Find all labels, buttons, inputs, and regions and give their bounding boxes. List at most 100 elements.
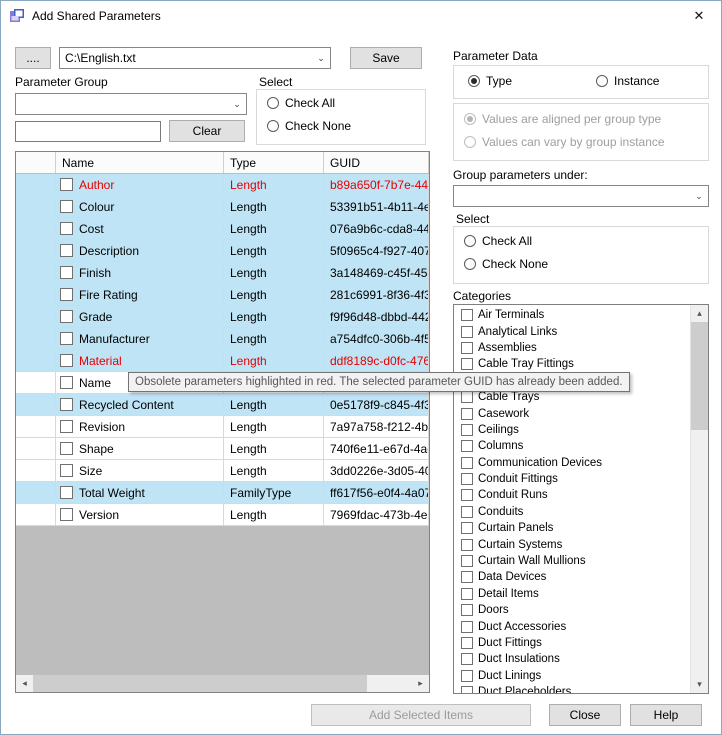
- category-checkbox[interactable]: [461, 555, 473, 568]
- category-item[interactable]: Air Terminals: [454, 307, 691, 323]
- category-item[interactable]: Columns: [454, 438, 691, 454]
- row-checkbox[interactable]: [60, 288, 73, 301]
- browse-button[interactable]: ....: [15, 47, 51, 69]
- table-row[interactable]: Description Length5f0965c4-f927-407e-: [16, 240, 429, 262]
- horizontal-scrollbar[interactable]: ◂ ▸: [16, 675, 429, 692]
- close-window-button[interactable]: ✕: [677, 1, 721, 30]
- table-row[interactable]: Material Lengthddf8189c-d0fc-4764-: [16, 350, 429, 372]
- row-checkbox[interactable]: [60, 486, 73, 499]
- category-checkbox[interactable]: [461, 423, 473, 436]
- category-checkbox[interactable]: [461, 325, 473, 338]
- scroll-left-button[interactable]: ◂: [16, 675, 33, 692]
- category-checkbox[interactable]: [461, 309, 473, 322]
- horizontal-scrollbar-track[interactable]: [33, 675, 412, 692]
- category-checkbox[interactable]: [461, 587, 473, 600]
- category-checkbox[interactable]: [461, 341, 473, 354]
- row-checkbox[interactable]: [60, 200, 73, 213]
- category-item[interactable]: Casework: [454, 405, 691, 421]
- vertical-scrollbar-thumb[interactable]: [691, 322, 708, 430]
- category-item[interactable]: Curtain Panels: [454, 520, 691, 536]
- category-item[interactable]: Analytical Links: [454, 323, 691, 339]
- category-checkbox[interactable]: [461, 473, 473, 486]
- table-row[interactable]: Author Lengthb89a650f-7b7e-44ff-8: [16, 174, 429, 196]
- row-checkbox[interactable]: [60, 442, 73, 455]
- category-item[interactable]: Communication Devices: [454, 455, 691, 471]
- category-checkbox[interactable]: [461, 686, 473, 693]
- category-item[interactable]: Duct Linings: [454, 668, 691, 684]
- type-radio[interactable]: Type: [468, 74, 512, 88]
- column-header-name[interactable]: Name: [56, 152, 224, 173]
- category-checkbox[interactable]: [461, 505, 473, 518]
- horizontal-scrollbar-thumb[interactable]: [33, 675, 367, 692]
- category-checkbox[interactable]: [461, 456, 473, 469]
- row-checkbox[interactable]: [60, 376, 73, 389]
- category-item[interactable]: Duct Accessories: [454, 618, 691, 634]
- category-item[interactable]: Conduit Runs: [454, 487, 691, 503]
- category-checkbox[interactable]: [461, 407, 473, 420]
- category-checkbox[interactable]: [461, 620, 473, 633]
- parameter-group-combobox[interactable]: ⌄: [15, 93, 247, 115]
- category-item[interactable]: Doors: [454, 602, 691, 618]
- table-row[interactable]: Size Length3dd0226e-3d05-402a: [16, 460, 429, 482]
- table-row[interactable]: Fire Rating Length 281c6991-8f36-4f34: [16, 284, 429, 306]
- column-header-type[interactable]: Type: [224, 152, 324, 173]
- check-none-radio[interactable]: Check None: [267, 119, 351, 133]
- categories-check-none-radio[interactable]: Check None: [464, 257, 548, 271]
- table-row[interactable]: Finish Length3a148469-c45f-458a: [16, 262, 429, 284]
- row-checkbox[interactable]: [60, 222, 73, 235]
- category-item[interactable]: Duct Placeholders: [454, 684, 691, 693]
- category-item[interactable]: Detail Items: [454, 586, 691, 602]
- category-item[interactable]: Cable Tray Fittings: [454, 356, 691, 372]
- save-button[interactable]: Save: [350, 47, 422, 69]
- row-checkbox[interactable]: [60, 354, 73, 367]
- column-header-guid[interactable]: GUID: [324, 152, 429, 173]
- category-checkbox[interactable]: [461, 538, 473, 551]
- row-checkbox[interactable]: [60, 420, 73, 433]
- category-item[interactable]: Duct Fittings: [454, 635, 691, 651]
- category-item[interactable]: Curtain Systems: [454, 536, 691, 552]
- table-row[interactable]: Cost Length076a9b6c-cda8-44ea: [16, 218, 429, 240]
- scroll-up-button[interactable]: ▴: [691, 305, 708, 322]
- table-row[interactable]: Colour Length53391b51-4b11-4e8a: [16, 196, 429, 218]
- row-checkbox[interactable]: [60, 178, 73, 191]
- row-checkbox[interactable]: [60, 310, 73, 323]
- category-item[interactable]: Duct Insulations: [454, 651, 691, 667]
- help-button[interactable]: Help: [630, 704, 702, 726]
- category-item[interactable]: Conduits: [454, 504, 691, 520]
- category-item[interactable]: Ceilings: [454, 422, 691, 438]
- table-row[interactable]: Total Weight FamilyTypeff617f56-e0f4-4a07…: [16, 482, 429, 504]
- category-checkbox[interactable]: [461, 669, 473, 682]
- row-checkbox[interactable]: [60, 398, 73, 411]
- row-checkbox[interactable]: [60, 508, 73, 521]
- group-parameters-under-combobox[interactable]: ⌄: [453, 185, 709, 207]
- table-row[interactable]: Manufacturer Lengtha754dfc0-306b-4f5f-b: [16, 328, 429, 350]
- file-path-combobox[interactable]: C:\English.txt ⌄: [59, 47, 331, 69]
- category-item[interactable]: Assemblies: [454, 340, 691, 356]
- check-all-radio[interactable]: Check All: [267, 96, 335, 110]
- table-row[interactable]: Shape Length740f6e11-e67d-4ae7: [16, 438, 429, 460]
- table-row[interactable]: Revision Length7a97a758-f212-4b3d: [16, 416, 429, 438]
- categories-check-all-radio[interactable]: Check All: [464, 234, 532, 248]
- category-checkbox[interactable]: [461, 440, 473, 453]
- category-checkbox[interactable]: [461, 391, 473, 404]
- close-button[interactable]: Close: [549, 704, 621, 726]
- category-checkbox[interactable]: [461, 522, 473, 535]
- row-checkbox[interactable]: [60, 464, 73, 477]
- category-item[interactable]: Curtain Wall Mullions: [454, 553, 691, 569]
- parameter-filter-input[interactable]: [15, 121, 161, 142]
- row-checkbox[interactable]: [60, 332, 73, 345]
- scroll-right-button[interactable]: ▸: [412, 675, 429, 692]
- category-item[interactable]: Conduit Fittings: [454, 471, 691, 487]
- row-checkbox[interactable]: [60, 266, 73, 279]
- category-checkbox[interactable]: [461, 489, 473, 502]
- table-row[interactable]: Grade Lengthf9f96d48-dbbd-4424-: [16, 306, 429, 328]
- category-item[interactable]: Data Devices: [454, 569, 691, 585]
- table-row[interactable]: Recycled Content Length0e5178f9-c845-4f3c…: [16, 394, 429, 416]
- clear-button[interactable]: Clear: [169, 120, 245, 142]
- category-checkbox[interactable]: [461, 653, 473, 666]
- category-checkbox[interactable]: [461, 637, 473, 649]
- vertical-scrollbar[interactable]: ▴ ▾: [690, 305, 708, 693]
- table-row[interactable]: Version Length7969fdac-473b-4e59: [16, 504, 429, 526]
- instance-radio[interactable]: Instance: [596, 74, 659, 88]
- category-checkbox[interactable]: [461, 358, 473, 371]
